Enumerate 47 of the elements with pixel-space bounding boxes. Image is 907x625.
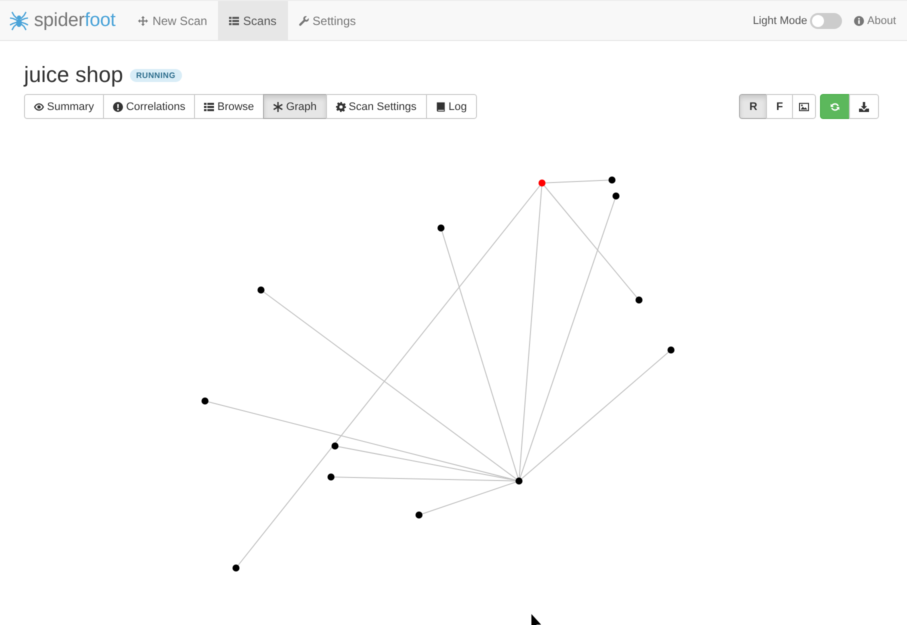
list-icon xyxy=(204,102,214,112)
about-link[interactable]: About xyxy=(854,14,896,26)
graph-node[interactable] xyxy=(668,346,674,354)
scan-title: juice shop xyxy=(24,61,124,89)
book-icon xyxy=(436,102,446,112)
info-icon xyxy=(854,16,864,26)
graph-node[interactable] xyxy=(608,176,616,184)
asterisk-icon xyxy=(273,102,284,112)
graph-node[interactable] xyxy=(416,512,422,518)
graph-node[interactable] xyxy=(258,286,264,294)
graph-node[interactable] xyxy=(232,564,240,572)
graph-node[interactable] xyxy=(516,478,522,484)
graph-node[interactable] xyxy=(438,224,444,232)
graph-node[interactable] xyxy=(202,398,208,404)
list-icon xyxy=(229,16,240,26)
tab[interactable]: Browse xyxy=(194,94,264,119)
refresh-icon xyxy=(830,102,840,112)
view-mode-button[interactable]: R xyxy=(739,94,768,119)
download-icon xyxy=(859,102,869,112)
tab[interactable]: Summary xyxy=(24,94,104,119)
nav-link[interactable]: Scans xyxy=(218,1,288,40)
spider-icon[interactable] xyxy=(9,10,29,30)
tab[interactable]: Scan Settings xyxy=(326,94,427,119)
eye-icon xyxy=(34,102,44,112)
toggle-switch[interactable] xyxy=(810,12,842,28)
tab[interactable]: Graph xyxy=(263,94,327,119)
tab[interactable]: Log xyxy=(426,94,477,119)
download-button[interactable] xyxy=(849,94,879,119)
graph-node[interactable] xyxy=(332,442,338,450)
wrench-icon xyxy=(298,16,309,26)
tab[interactable]: Correlations xyxy=(103,94,196,119)
mouse-cursor-icon xyxy=(530,612,543,625)
graph-node[interactable] xyxy=(328,474,334,480)
graph-node[interactable] xyxy=(538,180,546,186)
move-icon xyxy=(138,16,148,26)
image-icon xyxy=(799,102,809,112)
status-badge: RUNNING xyxy=(130,68,182,82)
nav-link[interactable]: New Scan xyxy=(127,1,218,40)
light-mode-label: Light Mode xyxy=(752,14,808,26)
settings-icon xyxy=(336,102,346,112)
graph-node[interactable] xyxy=(612,192,620,200)
nav-link[interactable]: Settings xyxy=(288,1,367,40)
graph-node[interactable] xyxy=(636,296,642,304)
view-mode-button[interactable]: F xyxy=(766,94,793,119)
exclamation-icon xyxy=(113,102,124,112)
logo-text[interactable]: spiderfoot xyxy=(34,10,116,32)
image-export-button[interactable] xyxy=(792,94,816,119)
